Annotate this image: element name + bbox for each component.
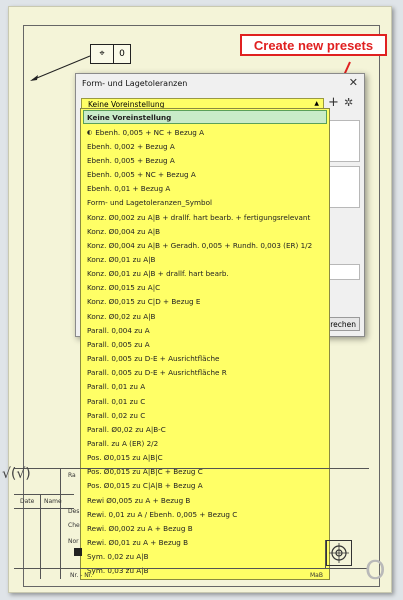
- title-block: Date Name Des Che Nor Ra Nr. - Nr. MaB: [0, 460, 382, 585]
- preset-option-label: Parall. 0,004 zu A: [87, 325, 150, 335]
- preset-option[interactable]: Parall. 0,005 zu D-E + Ausrichtfläche: [81, 352, 329, 366]
- preset-option[interactable]: Ebenh. 0,01 + Bezug A: [81, 182, 329, 196]
- preset-option[interactable]: Parall. 0,005 zu D-E + Ausrichtfläche R: [81, 366, 329, 380]
- preset-option[interactable]: Ebenh. 0,005 + Bezug A: [81, 153, 329, 167]
- name-label: Name: [44, 498, 62, 505]
- preset-option[interactable]: Konz. Ø0,01 zu A|B: [81, 252, 329, 266]
- scale-label: MaB: [310, 572, 323, 579]
- projection-symbol-icon: [326, 540, 352, 566]
- close-icon[interactable]: ✕: [349, 76, 358, 89]
- preset-option[interactable]: Konz. Ø0,02 zu A|B: [81, 309, 329, 323]
- preset-option-label: Konz. Ø0,01 zu A|B: [87, 254, 156, 264]
- preset-option-label: Parall. Ø0,02 zu A|B-C: [87, 424, 166, 434]
- designed-label: Des: [68, 508, 80, 515]
- position-symbol-icon: ⌖: [91, 45, 114, 63]
- preset-option-label: Parall. 0,005 zu A: [87, 339, 150, 349]
- preset-option[interactable]: Parall. 0,01 zu C: [81, 394, 329, 408]
- dialog-title: Form- und Lagetoleranzen: [82, 79, 188, 88]
- preset-option[interactable]: Konz. Ø0,004 zu A|B + Geradh. 0,005 + Ru…: [81, 238, 329, 252]
- preset-option-label: Konz. Ø0,004 zu A|B: [87, 226, 161, 236]
- preset-option-label: Konz. Ø0,015 zu A|C: [87, 283, 161, 293]
- preset-option[interactable]: Konz. Ø0,015 zu C|D + Bezug E: [81, 295, 329, 309]
- preset-option-label: Ebenh. 0,01 + Bezug A: [87, 184, 171, 194]
- preset-option[interactable]: Parall. 0,02 zu C: [81, 408, 329, 422]
- norm-label: Nor: [68, 538, 79, 545]
- company-logo: [74, 548, 82, 556]
- date-label: Date: [20, 498, 35, 505]
- preset-option[interactable]: Ebenh. 0,005 + NC + Bezug A: [81, 167, 329, 181]
- preset-option[interactable]: Parall. Ø0,02 zu A|B-C: [81, 422, 329, 436]
- preset-option[interactable]: Parall. 0,005 zu A: [81, 337, 329, 351]
- preset-option-label: Parall. 0,01 zu A: [87, 382, 146, 392]
- preset-option-label: Ebenh. 0,005 + NC + Bezug A: [95, 127, 205, 137]
- preset-option-label: Konz. Ø0,01 zu A|B + drallf. hart bearb.: [87, 269, 229, 279]
- preset-option-label: Konz. Ø0,02 zu A|B: [87, 311, 156, 321]
- preset-option-label: Konz. Ø0,015 zu C|D + Bezug E: [87, 297, 201, 307]
- checked-label: Che: [68, 522, 80, 529]
- preset-option-label: Konz. Ø0,002 zu A|B + drallf. hart bearb…: [87, 212, 311, 222]
- preset-option[interactable]: Keine Voreinstellung: [83, 110, 327, 124]
- preset-option-label: Parall. zu A (ER) 2/2: [87, 439, 159, 449]
- preset-option[interactable]: ◐ Ebenh. 0,005 + NC + Bezug A: [81, 125, 329, 139]
- preset-option-label: Konz. Ø0,004 zu A|B + Geradh. 0,005 + Ru…: [87, 240, 313, 250]
- preset-option-label: Parall. 0,01 zu C: [87, 396, 146, 406]
- preset-option-label: Ebenh. 0,002 + Bezug A: [87, 141, 175, 151]
- gear-icon[interactable]: ✲: [344, 96, 353, 109]
- preset-option[interactable]: Parall. zu A (ER) 2/2: [81, 436, 329, 450]
- preset-option[interactable]: Konz. Ø0,004 zu A|B: [81, 224, 329, 238]
- tolerance-value: 0: [119, 49, 125, 59]
- preset-option-label: Parall. 0,02 zu C: [87, 410, 146, 420]
- roughness-label: Ra: [68, 472, 76, 479]
- surface-finish-symbol: √(√): [2, 466, 31, 482]
- preset-option-label: Parall. 0,005 zu D-E + Ausrichtfläche: [87, 354, 220, 364]
- preset-option[interactable]: Ebenh. 0,002 + Bezug A: [81, 139, 329, 153]
- chevron-down-icon: ▲: [314, 100, 319, 107]
- preset-option[interactable]: Konz. Ø0,002 zu A|B + drallf. hart bearb…: [81, 210, 329, 224]
- preset-option-label: Form- und Lagetoleranzen_Symbol: [87, 198, 213, 208]
- preset-option-label: Parall. 0,005 zu D-E + Ausrichtfläche R: [87, 368, 227, 378]
- preset-status-icon: ◐: [87, 128, 93, 136]
- preset-option[interactable]: Konz. Ø0,015 zu A|C: [81, 281, 329, 295]
- preset-option[interactable]: Parall. 0,004 zu A: [81, 323, 329, 337]
- preset-option-label: Keine Voreinstellung: [87, 112, 172, 122]
- drawing-letter: O: [365, 556, 386, 586]
- feature-control-frame: ⌖ 0: [90, 44, 131, 64]
- preset-option[interactable]: Parall. 0,01 zu A: [81, 380, 329, 394]
- number-label: Nr. - Nr.: [70, 572, 93, 579]
- preset-option[interactable]: Form- und Lagetoleranzen_Symbol: [81, 196, 329, 210]
- preset-option-label: Ebenh. 0,005 + NC + Bezug A: [87, 170, 196, 180]
- preset-option[interactable]: Konz. Ø0,01 zu A|B + drallf. hart bearb.: [81, 267, 329, 281]
- create-presets-callout: Create new presets: [240, 34, 387, 56]
- preset-option-label: Ebenh. 0,005 + Bezug A: [87, 155, 175, 165]
